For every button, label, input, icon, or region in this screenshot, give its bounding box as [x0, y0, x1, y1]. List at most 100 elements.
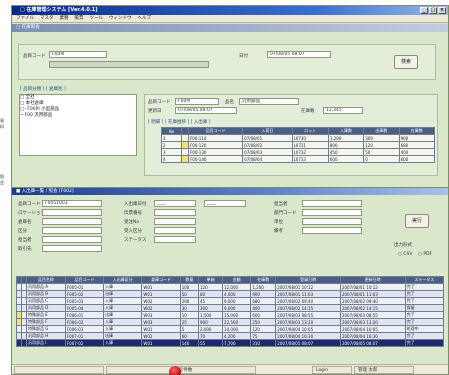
transactions-grid-row[interactable]: 汎用部品 B F005-02 出庫 W01 50 80 4,000 900 2007/08/01… — [16, 290, 445, 298]
transactions-grid-header[interactable]: 倉庫コード — [141, 276, 181, 284]
top-grid-cell: 07/08/02 — [242, 141, 293, 149]
menu-file[interactable]: ファイル — [16, 15, 34, 22]
search-button[interactable]: 検索 — [394, 55, 418, 69]
transactions-grid-row[interactable]: 特殊部品 F F006-02 入庫 W03 25 900 22,500 250 2007/08/… — [16, 318, 445, 326]
top-grid-header[interactable]: No — [161, 127, 182, 135]
menu-report[interactable]: 帳票 — [75, 15, 84, 22]
tree-tab-label[interactable]: [ 品目分類 ] [ 倉庫別 ] — [20, 86, 66, 92]
field-label: 担当者 — [274, 202, 288, 207]
close-button[interactable]: × — [438, 7, 446, 14]
top-grid-cell: 3 — [161, 148, 182, 156]
menu-tools[interactable]: ツール — [90, 15, 104, 22]
field-label: 品目コード — [18, 202, 41, 207]
transactions-grid-row[interactable]: 汎用部品 I F007-02 入庫 W01 140 55 7,700 310 2007/08/0… — [16, 339, 445, 347]
top-grid-header[interactable]: 在庫数 — [398, 127, 436, 135]
transactions-grid-cell: 特殊部品 F — [25, 318, 66, 326]
minimize-button[interactable]: _ — [420, 7, 428, 14]
field-label: 受注No — [124, 220, 140, 225]
top-grid-row[interactable]: 4 F00-140 07/08/04 L0733 600 0 600 — [161, 155, 436, 163]
top-detail-grid[interactable]: No 品目コード 入荷日 ロット 入庫数 出庫数 在庫数 1 F00-110 07/08/01 L… — [161, 127, 436, 163]
transactions-grid-cell: 25 — [179, 318, 200, 326]
menu-master[interactable]: マスタ — [40, 15, 54, 22]
transactions-grid-row[interactable]: 汎用部品 A F005-01 入庫 W01 100 120 12,000 1,200 2007/… — [16, 283, 445, 291]
top-grid-header[interactable]: ロット — [291, 127, 329, 135]
menu-business[interactable]: 業務 — [60, 15, 69, 22]
transactions-grid-cell: 10,000 — [222, 325, 252, 333]
top-grid-cell: 600 — [327, 155, 365, 163]
status-bar: データ件数 Login 管理 太郎 — [12, 364, 448, 374]
field-label: 区分 — [18, 229, 27, 234]
transactions-grid[interactable]: 品目名称 品目コード 入出庫区分 倉庫コード 数量 単価 金額 在庫数 登録日時 更新日時 ステータ… — [16, 276, 445, 347]
code-input[interactable]: F00PI — [49, 51, 107, 58]
transactions-grid-header[interactable]: 更新日時 — [339, 276, 406, 284]
field-input[interactable] — [302, 209, 362, 216]
transactions-grid-cell: 2007/08/04 10:05 — [275, 325, 341, 333]
field-input[interactable] — [302, 200, 362, 207]
radio-csv[interactable]: ○ CSV — [398, 252, 412, 257]
field-input[interactable] — [42, 236, 102, 243]
top-grid-row[interactable]: 3 F00-130 07/08/03 L0732 450 50 400 — [161, 148, 436, 156]
app-window: □ 在庫管理システム [Ver.4.0.1] _ □ × ファイル マスタ 業務… — [11, 5, 449, 375]
field-input-to[interactable]: ____ — [204, 200, 246, 207]
transactions-grid-cell: 完了 — [404, 297, 445, 305]
transactions-grid-row[interactable]: 汎用部品 D F005-04 入庫 W02 30 300 9,000 400 2007/08/0… — [16, 304, 445, 312]
transactions-grid-header[interactable]: 数量 — [179, 276, 200, 284]
category-tree[interactable]: □ 全社 □ 本社倉庫 □- F00PI 小型部品 ・F00 汎用部品 — [19, 94, 137, 156]
transactions-grid-cell: 45 — [197, 297, 224, 305]
transactions-grid-header[interactable]: 登録日時 — [275, 276, 341, 284]
transactions-grid-cell: 完了 — [404, 318, 445, 326]
transactions-grid-row[interactable]: 汎用部品 C F005-03 入庫 W02 200 45 9,000 680 2007/08/0… — [16, 297, 445, 305]
top-grid-header[interactable]: 品目コード — [187, 127, 244, 135]
top-grid-row[interactable]: 2 F00-120 07/08/02 L0731 800 120 680 — [161, 141, 436, 149]
tree-node-item[interactable]: ・F00 汎用部品 — [20, 113, 136, 119]
grid-tab-label[interactable]: [ 明細 ] [ 在庫推移 ] [ 入出庫 ] — [148, 119, 210, 125]
field-input[interactable] — [42, 227, 102, 234]
radio-pdf[interactable]: ○ PDF — [418, 252, 432, 257]
transactions-grid-header[interactable]: 金額 — [222, 276, 252, 284]
top-grid-cell: 800 — [327, 141, 365, 149]
transactions-grid-header[interactable]: 単価 — [197, 276, 224, 284]
transactions-grid-row[interactable]: 汎用部品 H F007-01 出庫 W02 60 70 4,200 75 2007/08/04 … — [16, 332, 445, 340]
transactions-grid-header[interactable]: 品目名称 — [25, 276, 66, 284]
menu-window[interactable]: ウィンドウ — [109, 15, 132, 22]
field-input[interactable] — [154, 236, 196, 243]
top-grid-header[interactable]: 出庫数 — [363, 127, 400, 135]
transactions-grid-header[interactable]: 品目コード — [64, 276, 105, 284]
transactions-grid-cell: 出庫 — [103, 290, 143, 298]
transactions-grid-cell: 2007/08/01 11:03 — [339, 290, 406, 298]
red-marker-icon — [169, 366, 181, 375]
transactions-grid-cell: F005-02 — [64, 290, 105, 298]
code-label: 品目コード — [23, 54, 46, 59]
field-input[interactable]: F0051001 — [42, 200, 102, 207]
field-input[interactable] — [302, 227, 362, 234]
field-input[interactable]: ____ — [154, 200, 196, 207]
top-grid-header[interactable]: 入庫数 — [327, 127, 365, 135]
transactions-grid-cell: 完了 — [404, 332, 445, 340]
screenshot-stage: 資 料 照 会 □ 在庫管理システム [Ver.4.0.1] _ □ × ファイ… — [0, 0, 449, 375]
field-input[interactable] — [42, 209, 102, 216]
field-input[interactable] — [154, 227, 196, 234]
field-input[interactable] — [42, 245, 102, 252]
top-grid-header[interactable]: 入荷日 — [242, 127, 293, 135]
maximize-button[interactable]: □ — [429, 7, 437, 14]
top-grid-row[interactable]: 1 F00-110 07/08/01 L0730 1,200 300 900 — [161, 134, 436, 142]
field-input[interactable] — [42, 218, 102, 225]
status-left — [14, 366, 104, 374]
menu-help[interactable]: ヘルプ — [138, 15, 152, 22]
window-title: □ 在庫管理システム [Ver.4.0.1] — [20, 7, 98, 13]
transactions-grid-cell: 2007/08/05 08:07 — [339, 339, 406, 347]
transactions-grid-row[interactable]: 特殊部品 E F006-01 出庫 W03 10 1,500 15,000 600 2007/0… — [16, 311, 445, 319]
transactions-grid-cell: F007-02 — [64, 339, 105, 347]
transactions-grid-header[interactable]: ステータス — [404, 276, 445, 284]
field-input[interactable] — [154, 209, 196, 216]
field-input[interactable] — [154, 218, 196, 225]
transactions-grid-cell: 250 — [250, 318, 277, 326]
transactions-grid-row[interactable]: 特殊部品 G F006-03 入庫 W01 5 2,000 10,000 120 2007/08… — [16, 325, 445, 333]
field-input[interactable] — [302, 218, 362, 225]
date-input[interactable]: 07/08/05 08:07 — [267, 51, 331, 58]
transactions-grid-header[interactable]: 在庫数 — [250, 276, 277, 284]
transactions-grid-header[interactable]: 入出庫区分 — [103, 276, 143, 284]
top-grid-header[interactable] — [180, 127, 189, 135]
transactions-grid-cell: 2007/08/02 09:40 — [275, 297, 341, 305]
execute-button[interactable]: 実行 — [405, 214, 429, 228]
